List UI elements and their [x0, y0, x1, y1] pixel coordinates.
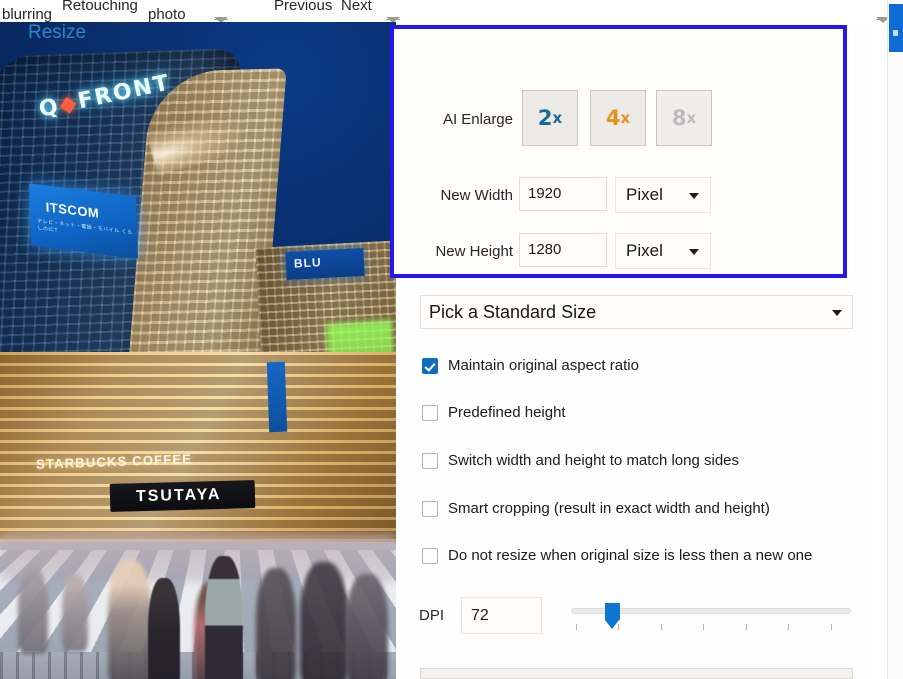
ai-enlarge-4x-suffix: x: [620, 109, 630, 127]
ai-enlarge-8x-button[interactable]: 8x: [656, 90, 712, 146]
dpi-slider-tick: [576, 624, 577, 630]
pedestrian: [18, 568, 48, 654]
itscom-sign-text: ITSCOM: [45, 199, 99, 221]
lower-storefront-block: [0, 352, 396, 552]
checkbox-label: Do not resize when original size is less…: [448, 547, 812, 564]
checkbox-icon-unchecked[interactable]: [422, 548, 438, 564]
checkbox-label: Predefined height: [448, 404, 566, 421]
dpi-label: DPI: [419, 607, 444, 624]
dpi-slider-tick: [703, 624, 704, 630]
checkbox-label: Maintain original aspect ratio: [448, 357, 639, 374]
top-toolbar: blurring Retouching photo Previous Next: [0, 0, 903, 22]
chevron-down-icon: [832, 310, 842, 316]
pedestrian: [300, 562, 348, 679]
pedestrian: [108, 560, 152, 679]
standard-size-select[interactable]: Pick a Standard Size: [420, 295, 853, 329]
chevron-down-icon: [689, 193, 699, 199]
checkbox-smart-cropping[interactable]: Smart cropping (result in exact width an…: [422, 500, 770, 517]
dpi-slider-tick: [746, 624, 747, 630]
chevron-down-icon: [689, 249, 699, 255]
ai-enlarge-8x-suffix: x: [686, 109, 696, 127]
new-width-label: New Width: [425, 187, 513, 204]
toolbar-item-photo[interactable]: photo: [148, 7, 186, 22]
ai-enlarge-2x-button[interactable]: 2x: [522, 90, 578, 146]
pedestrian: [62, 574, 88, 652]
resize-panel-title: Resize: [28, 22, 86, 44]
toolbar-item-next[interactable]: Next: [341, 0, 372, 13]
pedestrian: [205, 556, 243, 679]
checkbox-predefined-height[interactable]: Predefined height: [422, 404, 566, 421]
ai-enlarge-label: AI Enlarge: [437, 111, 513, 128]
next-section-partial[interactable]: [420, 668, 853, 679]
ai-enlarge-4x-button[interactable]: 4x: [590, 90, 646, 146]
scrollbar-grip-icon: [893, 30, 898, 36]
new-width-input[interactable]: 1920: [519, 177, 607, 211]
dpi-slider-thumb[interactable]: [605, 603, 620, 620]
checkbox-maintain-aspect-ratio[interactable]: Maintain original aspect ratio: [422, 357, 639, 374]
dpi-slider-tick: [788, 624, 789, 630]
ai-enlarge-4x-value: 4: [606, 106, 621, 130]
ai-enlarge-2x-suffix: x: [552, 109, 562, 127]
checkbox-icon-unchecked[interactable]: [422, 501, 438, 517]
dpi-slider-tick: [661, 624, 662, 630]
itscom-sign-subtext: テレビ・ネット・電話・モバイル くらしのICT: [37, 217, 137, 243]
new-width-unit-select[interactable]: Pixel: [615, 177, 711, 213]
toolbar-item-previous[interactable]: Previous: [274, 0, 332, 13]
checkbox-switch-width-height[interactable]: Switch width and height to match long si…: [422, 452, 739, 469]
tsutaya-sign: [110, 480, 256, 512]
dpi-slider-tick: [831, 624, 832, 630]
pedestrian: [346, 574, 388, 679]
checkbox-label: Smart cropping (result in exact width an…: [448, 500, 770, 517]
checkbox-label: Switch width and height to match long si…: [448, 452, 739, 469]
vertical-banner: [267, 362, 287, 433]
dpi-slider-tick: [618, 624, 619, 630]
dpi-slider[interactable]: [571, 600, 851, 634]
checkbox-icon-unchecked[interactable]: [422, 405, 438, 421]
vertical-scrollbar[interactable]: [887, 0, 903, 679]
ai-enlarge-2x-value: 2: [538, 106, 553, 130]
toolbar-item-blurring[interactable]: blurring: [2, 7, 52, 22]
itscom-billboard: ITSCOM テレビ・ネット・電話・モバイル くらしのICT: [29, 183, 138, 259]
dpi-input[interactable]: 72: [461, 597, 542, 634]
image-preview[interactable]: Q◆FRONT ITSCOM テレビ・ネット・電話・モバイル くらしのICT S…: [0, 22, 396, 679]
standard-size-value: Pick a Standard Size: [429, 302, 596, 322]
new-height-unit-value: Pixel: [626, 241, 663, 260]
new-width-unit-value: Pixel: [626, 185, 663, 204]
new-height-label: New Height: [421, 243, 513, 260]
checkbox-icon-checked[interactable]: [422, 358, 438, 374]
checkbox-do-not-resize[interactable]: Do not resize when original size is less…: [422, 547, 812, 564]
toolbar-item-retouching[interactable]: Retouching: [62, 0, 138, 13]
new-height-unit-select[interactable]: Pixel: [615, 233, 711, 269]
new-height-input[interactable]: 1280: [519, 233, 607, 267]
blu-sign: [285, 248, 364, 280]
ai-enlarge-8x-value: 8: [672, 106, 687, 130]
checkbox-icon-unchecked[interactable]: [422, 453, 438, 469]
pedestrian: [148, 578, 180, 679]
pedestrian: [256, 568, 296, 679]
scrollbar-thumb[interactable]: [889, 4, 903, 52]
